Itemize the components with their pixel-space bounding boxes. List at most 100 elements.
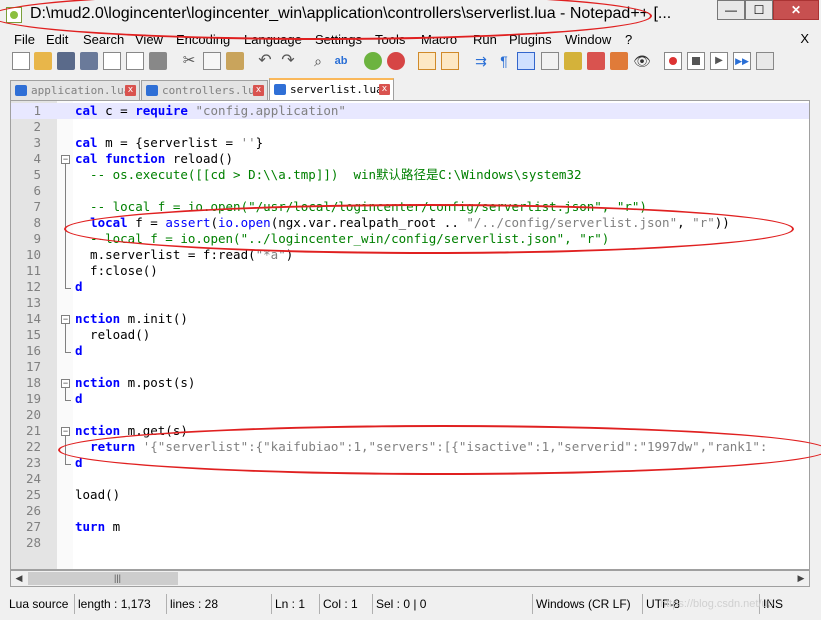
undo-icon[interactable]: ↶: [256, 52, 274, 70]
code-line: 15 reload(): [25, 327, 151, 342]
notepadpp-app-icon: [6, 7, 22, 23]
menu-view[interactable]: View: [135, 32, 163, 47]
scroll-left-icon[interactable]: ◀: [11, 571, 27, 586]
new-file-icon[interactable]: [12, 52, 30, 70]
show-all-chars-icon[interactable]: ¶: [495, 52, 513, 70]
tab-application-lua[interactable]: application.lua x: [10, 80, 140, 100]
menu-help[interactable]: ?: [625, 32, 632, 47]
code-line: 11 f:close(): [25, 263, 158, 278]
code-line: 27 turn m: [25, 519, 121, 534]
code-line: 22 return '{"serverlist":{"kaifubiao":1,…: [25, 439, 768, 454]
code-line: 7 -- local f = io.open("/usr/local/login…: [33, 199, 647, 214]
status-language: Lua source: [6, 594, 75, 614]
menu-file[interactable]: File: [14, 32, 35, 47]
tab-close-icon[interactable]: x: [125, 85, 136, 96]
print-icon[interactable]: [149, 52, 167, 70]
paste-icon[interactable]: [226, 52, 244, 70]
indent-guide-icon[interactable]: [517, 52, 535, 70]
folder-as-workspace-icon[interactable]: [610, 52, 628, 70]
menu-macro[interactable]: Macro: [421, 32, 457, 47]
status-eol[interactable]: Windows (CR LF): [533, 594, 643, 614]
menu-settings[interactable]: Settings: [315, 32, 362, 47]
code-line: 4 cal function reload(): [33, 151, 234, 166]
save-all-icon[interactable]: [80, 52, 98, 70]
saved-file-icon: [146, 85, 158, 96]
menu-language[interactable]: Language: [244, 32, 302, 47]
window-title: D:\mud2.0\logincenter\logincenter_win\ap…: [30, 5, 672, 22]
code-line: 1 cal c = require "config.application": [11, 103, 809, 119]
play-macro-icon[interactable]: ▶: [710, 52, 728, 70]
code-line: 14 nction m.init(): [25, 311, 188, 326]
code-line: 12 d: [25, 279, 83, 294]
function-list-icon[interactable]: [587, 52, 605, 70]
cut-icon[interactable]: ✂: [180, 52, 198, 70]
code-line: 26: [25, 503, 41, 518]
code-line: 16 d: [25, 343, 83, 358]
menu-run[interactable]: Run: [473, 32, 497, 47]
close-all-icon[interactable]: [126, 52, 144, 70]
menu-bar: File Edit Search View Encoding Language …: [0, 31, 821, 49]
save-icon[interactable]: [57, 52, 75, 70]
code-line: 10 m.serverlist = f:read("*a"): [25, 247, 294, 262]
tab-controllers-lua[interactable]: controllers.lua x: [141, 80, 268, 100]
menu-tools[interactable]: Tools: [375, 32, 405, 47]
status-column: Col : 1: [320, 594, 373, 614]
zoom-out-icon[interactable]: [387, 52, 405, 70]
close-icon[interactable]: [103, 52, 121, 70]
record-macro-icon[interactable]: [664, 52, 682, 70]
maximize-button[interactable]: ☐: [745, 0, 773, 20]
redo-icon[interactable]: ↷: [279, 52, 297, 70]
code-line: 28: [25, 535, 41, 550]
tab-label: application.lua: [31, 84, 131, 97]
watermark: https://blog.csdn.net/u0: [660, 598, 774, 610]
code-line: 9 --local f = io.open("../logincenter_wi…: [33, 231, 610, 246]
code-line: 2: [33, 119, 41, 134]
monitoring-icon[interactable]: 👁: [633, 52, 651, 70]
tab-close-icon[interactable]: x: [253, 85, 264, 96]
horizontal-scrollbar[interactable]: ◀ ||| ▶: [10, 570, 810, 587]
run-macro-multiple-icon[interactable]: ▶▶: [733, 52, 751, 70]
find-icon[interactable]: ⌕: [309, 52, 327, 70]
scroll-right-icon[interactable]: ▶: [793, 571, 809, 586]
code-line: 25 load(): [25, 487, 121, 502]
tab-serverlist-lua[interactable]: serverlist.lua x: [269, 78, 394, 100]
minimize-button[interactable]: —: [717, 0, 745, 20]
code-line: 24: [25, 471, 41, 486]
tab-bar: application.lua x controllers.lua x serv…: [0, 78, 821, 100]
save-macro-icon[interactable]: [756, 52, 774, 70]
word-wrap-icon[interactable]: ⇉: [472, 52, 490, 70]
scrollbar-thumb[interactable]: |||: [28, 572, 178, 585]
code-editor[interactable]: − − − − 1 cal c = require "config.applica…: [10, 100, 810, 570]
copy-icon[interactable]: [203, 52, 221, 70]
code-line: 6: [33, 183, 41, 198]
status-selection: Sel : 0 | 0: [373, 594, 533, 614]
code-line: 5 -- os.execute([[cd > D:\\a.tmp]]) win默…: [33, 167, 582, 182]
menu-search[interactable]: Search: [83, 32, 124, 47]
code-line: 21 nction m.get(s): [25, 423, 188, 438]
zoom-in-icon[interactable]: [364, 52, 382, 70]
doc-map-icon[interactable]: [564, 52, 582, 70]
sync-vertical-icon[interactable]: [418, 52, 436, 70]
code-line: 3 cal m = {serverlist = ''}: [33, 135, 264, 150]
code-line: 19 d: [25, 391, 83, 406]
tab-close-icon[interactable]: x: [379, 84, 390, 95]
menu-plugins[interactable]: Plugins: [509, 32, 552, 47]
menu-edit[interactable]: Edit: [46, 32, 68, 47]
status-lines: lines : 28: [167, 594, 272, 614]
menu-encoding[interactable]: Encoding: [176, 32, 230, 47]
stop-macro-icon[interactable]: [687, 52, 705, 70]
status-line-number: Ln : 1: [272, 594, 320, 614]
replace-icon[interactable]: ab: [332, 52, 350, 70]
title-bar[interactable]: D:\mud2.0\logincenter\logincenter_win\ap…: [0, 0, 821, 30]
user-defined-language-icon[interactable]: [541, 52, 559, 70]
code-line: 13: [25, 295, 41, 310]
code-line: 17: [25, 359, 41, 374]
tab-label: controllers.lua: [162, 84, 262, 97]
code-line: 18 nction m.post(s): [25, 375, 196, 390]
close-document-icon[interactable]: X: [800, 31, 809, 46]
menu-window[interactable]: Window: [565, 32, 611, 47]
close-button[interactable]: ✕: [773, 0, 819, 20]
open-file-icon[interactable]: [34, 52, 52, 70]
notepadpp-window: D:\mud2.0\logincenter\logincenter_win\ap…: [0, 0, 821, 620]
sync-horizontal-icon[interactable]: [441, 52, 459, 70]
